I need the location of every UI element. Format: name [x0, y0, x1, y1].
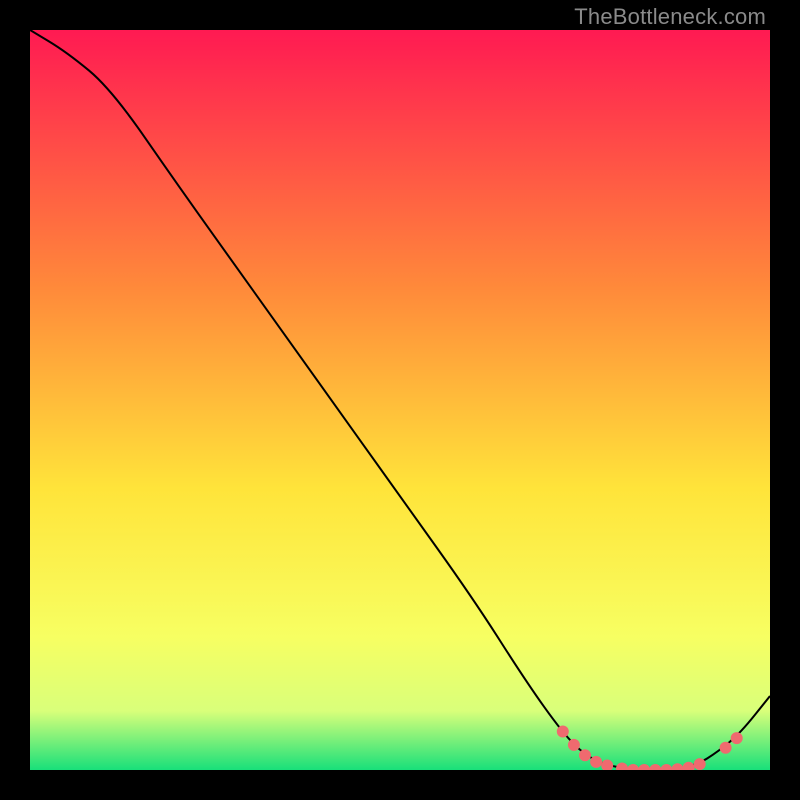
curve-marker	[731, 733, 742, 744]
chart-frame	[30, 30, 770, 770]
chart-svg	[30, 30, 770, 770]
curve-marker	[580, 750, 591, 761]
curve-marker	[591, 756, 602, 767]
curve-marker	[568, 739, 579, 750]
curve-marker	[617, 763, 628, 770]
curve-marker	[602, 760, 613, 770]
curve-marker	[720, 742, 731, 753]
curve-marker	[672, 764, 683, 770]
watermark-text: TheBottleneck.com	[574, 4, 766, 30]
curve-marker	[557, 726, 568, 737]
gradient-background	[30, 30, 770, 770]
curve-marker	[694, 759, 705, 770]
curve-marker	[683, 762, 694, 770]
